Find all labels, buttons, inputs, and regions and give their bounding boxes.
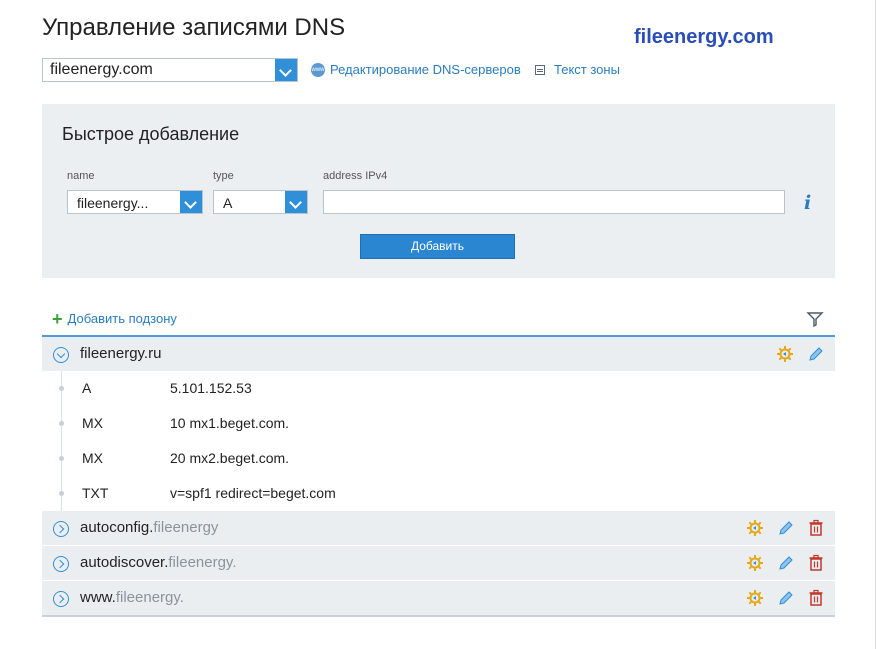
subzone-domain: fileenergy. xyxy=(168,554,237,571)
subzone-prefix: www. xyxy=(80,589,116,606)
chevron-down-icon[interactable] xyxy=(180,191,202,213)
chevron-down-icon[interactable] xyxy=(275,59,297,81)
watermark: fileenergy.com xyxy=(634,26,774,48)
add-subzone-label: Добавить подзону xyxy=(67,311,177,326)
domain-select[interactable]: fileenergy.com xyxy=(42,58,298,82)
page-title: Управление записями DNS xyxy=(42,14,346,41)
add-record-button[interactable]: Добавить xyxy=(360,234,515,259)
edit-pencil-icon[interactable] xyxy=(777,519,795,537)
name-label: name xyxy=(67,170,95,182)
edit-pencil-icon[interactable] xyxy=(777,589,795,607)
zone-name: fileenergy.ru xyxy=(80,345,162,362)
quick-add-title: Быстрое добавление xyxy=(62,124,240,144)
tree-dot xyxy=(59,456,64,461)
record-value: 10 mx1.beget.com. xyxy=(170,415,290,431)
subzone-prefix: autoconfig. xyxy=(80,519,154,536)
record-value: 5.101.152.53 xyxy=(170,380,252,396)
subzone-row-www[interactable]: www.fileenergy. xyxy=(42,581,835,616)
type-select[interactable]: A xyxy=(213,190,308,214)
edit-dns-servers-label: Редактирование DNS-серверов xyxy=(330,62,521,77)
subzone-row-autoconfig[interactable]: autoconfig.fileenergy xyxy=(42,511,835,546)
subzone-domain: fileenergy. xyxy=(115,589,184,606)
tree-dot xyxy=(59,386,64,391)
address-input[interactable] xyxy=(323,190,785,214)
zone-text-link[interactable]: Текст зоны xyxy=(535,62,620,77)
www-globe-icon: www xyxy=(311,62,325,77)
zone-row-main[interactable]: fileenergy.ru xyxy=(42,335,835,371)
edit-pencil-icon[interactable] xyxy=(807,345,825,363)
record-row: A 5.101.152.53 xyxy=(42,371,835,406)
type-select-value: A xyxy=(223,195,233,211)
expand-chevron-icon[interactable] xyxy=(53,556,69,572)
name-select[interactable]: fileenergy... xyxy=(67,190,203,214)
domain-select-value: fileenergy.com xyxy=(50,61,153,78)
record-type: MX xyxy=(82,415,103,431)
document-icon xyxy=(535,64,545,75)
expand-chevron-icon[interactable] xyxy=(53,591,69,607)
record-row: MX 10 mx1.beget.com. xyxy=(42,406,835,441)
subzone-name: www.fileenergy. xyxy=(80,589,184,606)
record-value: v=spf1 redirect=beget.com xyxy=(170,485,336,501)
address-label: address IPv4 xyxy=(323,170,388,182)
trash-icon[interactable] xyxy=(807,589,825,607)
collapse-chevron-icon[interactable] xyxy=(53,347,69,363)
settings-icon[interactable] xyxy=(746,554,764,572)
chevron-down-icon[interactable] xyxy=(285,191,307,213)
subzone-name: autodiscover.fileenergy. xyxy=(80,554,236,571)
subzone-prefix: autodiscover. xyxy=(80,554,169,571)
quick-add-panel: Быстрое добавление name fileenergy... ty… xyxy=(42,104,835,278)
info-icon[interactable]: i xyxy=(804,192,811,214)
record-type: A xyxy=(82,380,92,396)
settings-icon[interactable] xyxy=(776,345,794,363)
expand-chevron-icon[interactable] xyxy=(53,521,69,537)
settings-icon[interactable] xyxy=(746,519,764,537)
tree-dot xyxy=(59,421,64,426)
record-row: TXT v=spf1 redirect=beget.com xyxy=(42,476,835,511)
trash-icon[interactable] xyxy=(807,554,825,572)
subzone-domain: fileenergy xyxy=(153,519,219,536)
name-select-value: fileenergy... xyxy=(77,195,149,211)
tree-dot xyxy=(59,491,64,496)
trash-icon[interactable] xyxy=(807,519,825,537)
type-label: type xyxy=(213,170,234,182)
subzone-name: autoconfig.fileenergy xyxy=(80,519,218,536)
filter-icon[interactable] xyxy=(806,310,824,328)
plus-icon: + xyxy=(52,308,63,329)
edit-pencil-icon[interactable] xyxy=(777,554,795,572)
record-row: MX 20 mx2.beget.com. xyxy=(42,441,835,476)
list-bottom-border xyxy=(42,615,835,617)
settings-icon[interactable] xyxy=(746,589,764,607)
edit-dns-servers-link[interactable]: www Редактирование DNS-серверов xyxy=(311,62,521,77)
add-subzone-link[interactable]: + Добавить подзону xyxy=(52,308,177,329)
zone-text-label: Текст зоны xyxy=(554,62,620,77)
record-type: MX xyxy=(82,450,103,466)
record-type: TXT xyxy=(82,485,109,501)
subzone-row-autodiscover[interactable]: autodiscover.fileenergy. xyxy=(42,546,835,581)
record-value: 20 mx2.beget.com. xyxy=(170,450,290,466)
